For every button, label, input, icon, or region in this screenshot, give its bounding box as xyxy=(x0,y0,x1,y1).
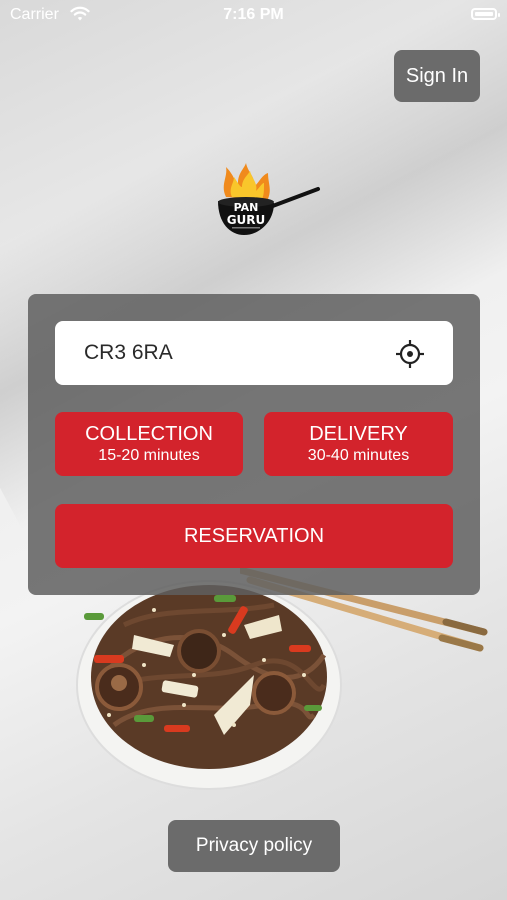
postcode-field xyxy=(55,321,453,385)
order-panel: COLLECTION 15-20 minutes DELIVERY 30-40 … xyxy=(28,294,480,595)
battery-icon xyxy=(471,8,500,20)
delivery-time: 30-40 minutes xyxy=(307,446,410,464)
postcode-input[interactable] xyxy=(82,340,386,366)
collection-label: COLLECTION xyxy=(85,422,213,445)
delivery-button[interactable]: DELIVERY 30-40 minutes xyxy=(264,412,453,476)
delivery-label: DELIVERY xyxy=(309,422,408,445)
reservation-label: RESERVATION xyxy=(183,525,325,547)
crosshair-location-icon[interactable] xyxy=(395,339,425,369)
noodle-bowl-image xyxy=(76,580,342,790)
privacy-policy-button[interactable]: Privacy policy xyxy=(168,820,340,872)
collection-time: 15-20 minutes xyxy=(98,446,200,464)
sign-in-button[interactable]: Sign In xyxy=(394,50,480,102)
status-bar: Carrier 7:16 PM xyxy=(0,0,507,30)
pan-guru-logo: PAN GURU xyxy=(218,163,320,235)
collection-button[interactable]: COLLECTION 15-20 minutes xyxy=(55,412,243,476)
clock: 7:16 PM xyxy=(223,6,284,23)
logo-text-bottom: GURU xyxy=(227,213,266,227)
reservation-button[interactable]: RESERVATION xyxy=(55,504,453,568)
